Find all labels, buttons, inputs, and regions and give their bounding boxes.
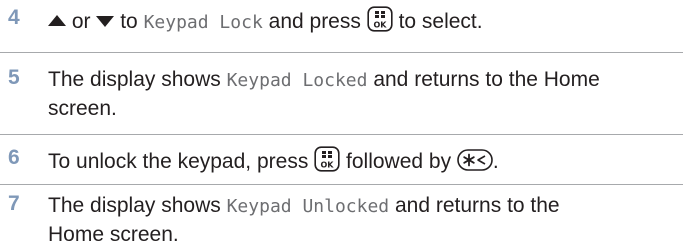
returns-text-continued: Home screen. [48,223,179,246]
step-text: or to Keypad Lock and press OK to select… [48,6,668,37]
up-arrow-icon [48,14,66,26]
down-arrow-icon [96,15,115,27]
display-shows-text: The display shows [48,194,221,217]
word-or: or [71,10,91,33]
step-text: To unlock the keypad, press OK followed … [48,146,668,176]
unlock-intro-text: To unlock the keypad, press [48,150,309,173]
and-press-text: and press [268,10,361,33]
followed-by-text: followed by [346,150,452,173]
ok-key-label: OK [373,21,387,30]
returns-text-continued: screen. [48,97,117,120]
returns-text: and returns to the [395,194,560,217]
display-status: Keypad Unlocked [226,196,390,217]
star-key-icon [457,149,493,171]
menu-item-name: Keypad Lock [143,12,263,33]
divider [0,134,683,135]
display-status: Keypad Locked [226,70,368,91]
step-number: 7 [8,192,20,215]
returns-text: and returns to the Home [373,68,600,91]
word-to: to [120,10,138,33]
step-number: 6 [8,146,20,169]
divider [0,184,683,185]
menu-ok-key-icon: OK [367,6,393,32]
step-text: The display shows Keypad Unlocked and re… [48,192,668,249]
ok-key-label: OK [321,161,335,170]
step-text: The display shows Keypad Locked and retu… [48,66,668,123]
step-number: 5 [8,66,20,89]
menu-ok-key-icon: OK [314,146,340,172]
to-select-text: to select. [398,10,483,33]
display-shows-text: The display shows [48,68,221,91]
step-number: 4 [8,6,20,29]
period-text: . [492,150,499,173]
divider [0,52,683,53]
